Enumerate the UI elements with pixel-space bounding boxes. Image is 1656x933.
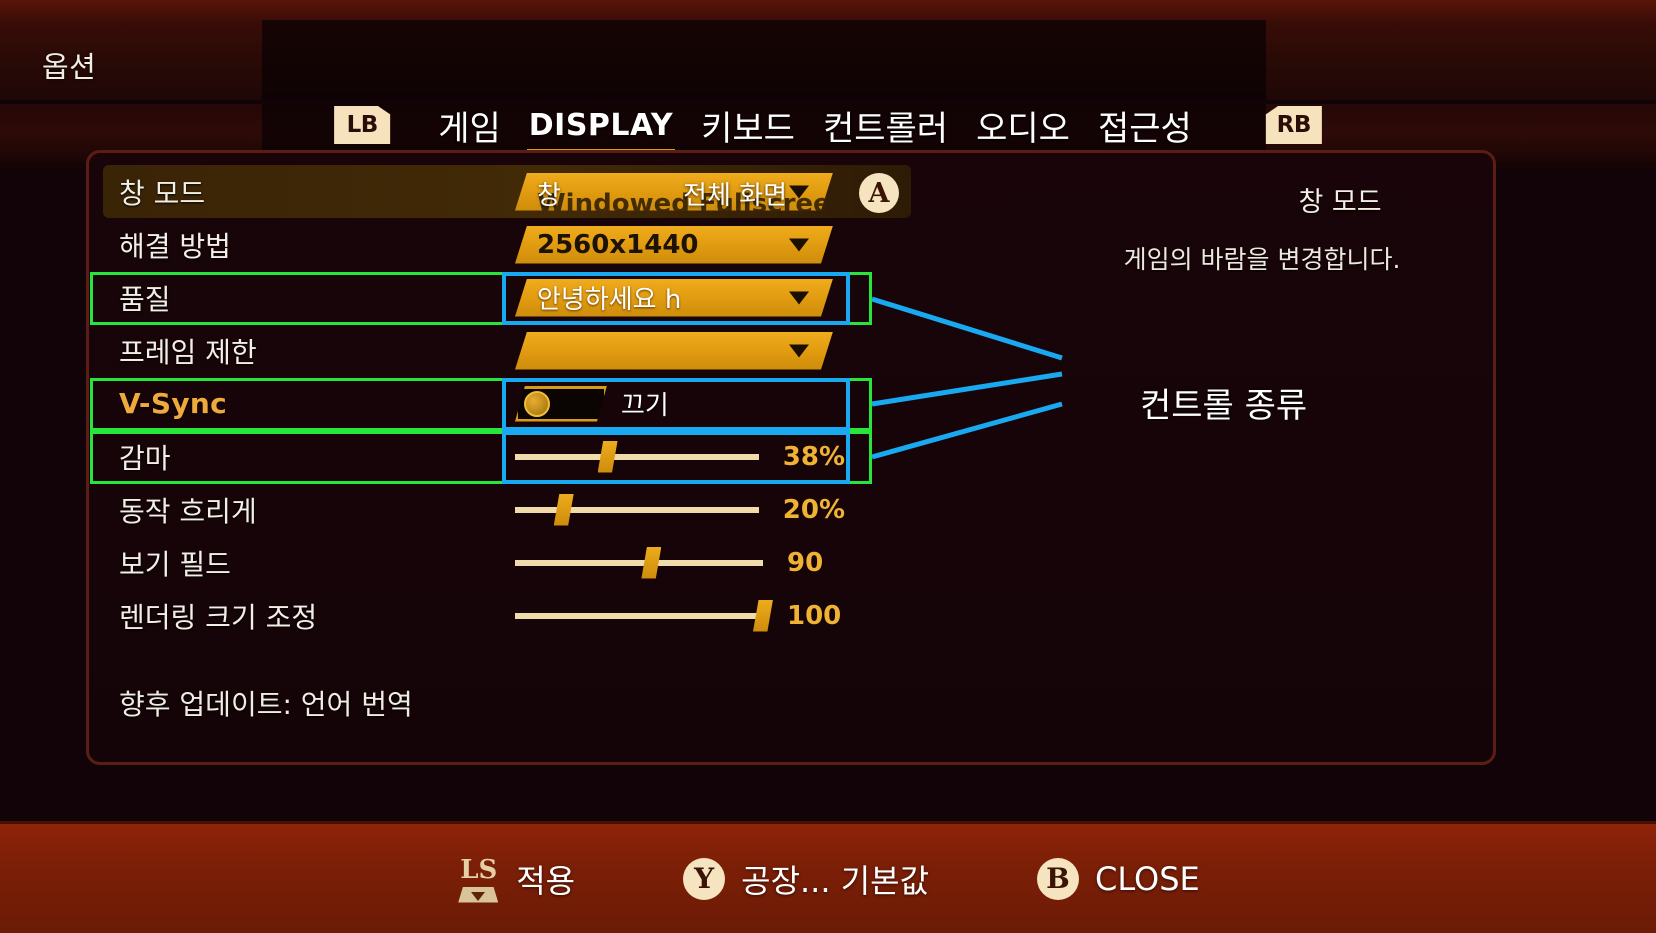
setting-control-gamma: 38%: [515, 430, 845, 483]
tab-bar: LB 게임 DISPLAY 키보드 컨트롤러 오디오 접근성 RB: [0, 94, 1656, 156]
setting-row-render-scale[interactable]: 렌더링 크기 조정 100: [103, 589, 911, 642]
y-button-icon: Y: [683, 857, 726, 900]
setting-label-field-of-view: 보기 필드: [119, 547, 231, 581]
footer-text-restore-defaults: 공장... 기본값: [741, 861, 930, 900]
setting-row-window-mode[interactable]: 창 모드 Windowed Fullscreen 창 전체 화면 A: [103, 165, 911, 218]
title-band: [0, 20, 1656, 100]
setting-control-frame-limit: [515, 324, 845, 377]
quality-value: 안녕하세요 h: [537, 285, 682, 315]
page-title: 옵션: [42, 50, 97, 84]
setting-row-resolution[interactable]: 해결 방법 2560x1440: [103, 218, 911, 271]
future-update-note: 향후 업데이트: 언어 번역: [119, 688, 413, 721]
setting-label-render-scale: 렌더링 크기 조정: [119, 600, 318, 634]
left-stick-arrow: [471, 891, 486, 901]
resolution-dropdown[interactable]: 2560x1440: [515, 226, 833, 264]
setting-control-resolution: 2560x1440: [515, 218, 845, 271]
setting-label-vsync: V-Sync: [119, 387, 228, 420]
setting-label-window-mode: 창 모드: [119, 176, 206, 210]
description-body: 게임의 바람을 변경합니다.: [1123, 245, 1401, 274]
tab-game[interactable]: 게임: [424, 101, 515, 150]
setting-row-field-of-view[interactable]: 보기 필드 90: [103, 536, 911, 589]
setting-control-render-scale: 100: [515, 589, 845, 642]
footer-text-close: CLOSE: [1095, 859, 1200, 898]
slider-knob-icon[interactable]: [641, 546, 662, 579]
annotation-label: 컨트롤 종류: [1140, 386, 1308, 426]
toggle-knob-icon: [524, 391, 550, 417]
top-accent-band: [0, 0, 1656, 20]
slider-knob-icon[interactable]: [553, 493, 574, 526]
setting-label-resolution: 해결 방법: [119, 229, 231, 263]
footer-action-restore-defaults[interactable]: Y Restore Defaults 공장... 기본값: [683, 856, 1000, 905]
left-stick-glyph: LS: [460, 854, 498, 885]
setting-control-quality: 안녕하세요 h: [515, 271, 845, 324]
chevron-down-icon: [789, 344, 809, 357]
rb-bumper-icon[interactable]: RB: [1265, 106, 1322, 144]
window-mode-value-right: 전체 화면: [683, 180, 787, 211]
render-scale-slider[interactable]: [515, 598, 773, 634]
tab-display[interactable]: DISPLAY: [515, 108, 687, 155]
setting-control-vsync: 끄기: [515, 377, 845, 430]
footer-bar: LS 적용 Y Restore Defaults 공장... 기본값 B CLO…: [0, 821, 1656, 933]
slider-track: [515, 559, 763, 566]
tab-audio[interactable]: 오디오: [962, 101, 1084, 150]
setting-control-window-mode: Windowed Fullscreen 창 전체 화면: [515, 165, 845, 218]
motion-blur-value: 20%: [782, 494, 845, 525]
slider-track: [515, 506, 759, 513]
field-of-view-slider[interactable]: [515, 545, 763, 581]
footer-action-apply[interactable]: LS 적용: [456, 855, 575, 903]
frame-limit-dropdown[interactable]: [515, 332, 833, 370]
window-mode-value-left: 창: [537, 180, 561, 211]
vsync-value: 끄기: [621, 391, 669, 421]
setting-row-vsync[interactable]: V-Sync 끄기: [103, 377, 911, 430]
setting-row-quality[interactable]: 품질 안녕하세요 h: [103, 271, 911, 324]
slider-track: [515, 453, 759, 460]
setting-label-gamma: 감마: [119, 441, 171, 475]
window-mode-dropdown[interactable]: Windowed Fullscreen 창 전체 화면: [515, 173, 833, 211]
field-of-view-value: 90: [787, 547, 824, 578]
setting-row-frame-limit[interactable]: 프레임 제한: [103, 324, 911, 377]
tab-controller[interactable]: 컨트롤러: [809, 101, 962, 150]
chevron-down-icon: [789, 291, 809, 304]
tab-keyboard[interactable]: 키보드: [687, 101, 809, 150]
b-button-icon: B: [1037, 857, 1080, 900]
tab-accessibility[interactable]: 접근성: [1084, 101, 1206, 150]
options-screen: 옵션 LB 게임 DISPLAY 키보드 컨트롤러 오디오 접근성 RB 창 모…: [0, 0, 1656, 933]
slider-knob-icon[interactable]: [597, 440, 618, 473]
setting-control-motion-blur: 20%: [515, 483, 845, 536]
slider-knob-icon[interactable]: [753, 599, 773, 632]
settings-list: 창 모드 Windowed Fullscreen 창 전체 화면 A 해결 방법: [103, 165, 911, 642]
window-mode-value: 창 전체 화면: [537, 175, 787, 212]
lb-bumper-icon[interactable]: LB: [334, 106, 391, 144]
setting-label-motion-blur: 동작 흐리게: [119, 494, 257, 528]
footer-label-apply: 적용: [516, 861, 576, 900]
setting-label-frame-limit: 프레임 제한: [119, 335, 257, 369]
footer-label-close: CLOSE CLOSE: [1095, 859, 1200, 909]
gamma-value: 38%: [782, 441, 845, 472]
quality-dropdown[interactable]: 안녕하세요 h: [515, 279, 833, 317]
left-stick-icon: LS: [456, 855, 500, 903]
title-band-inner: [262, 20, 1266, 100]
setting-row-motion-blur[interactable]: 동작 흐리게 20%: [103, 483, 911, 536]
setting-control-field-of-view: 90: [515, 536, 845, 589]
gamma-slider[interactable]: [515, 439, 759, 475]
description-title: 창 모드: [1298, 187, 1382, 218]
resolution-value: 2560x1440: [537, 229, 699, 260]
render-scale-value: 100: [787, 600, 842, 631]
footer-action-close[interactable]: B CLOSE CLOSE: [1037, 857, 1200, 909]
chevron-down-icon: [789, 185, 809, 198]
motion-blur-slider[interactable]: [515, 492, 759, 528]
vsync-toggle[interactable]: [515, 386, 607, 422]
setting-row-gamma[interactable]: 감마 38%: [103, 430, 911, 483]
chevron-down-icon: [789, 238, 809, 251]
footer-label-restore-defaults: Restore Defaults 공장... 기본값: [741, 856, 1000, 905]
a-button-icon: A: [859, 173, 899, 213]
slider-track: [515, 612, 763, 619]
setting-label-quality: 품질: [119, 282, 171, 316]
